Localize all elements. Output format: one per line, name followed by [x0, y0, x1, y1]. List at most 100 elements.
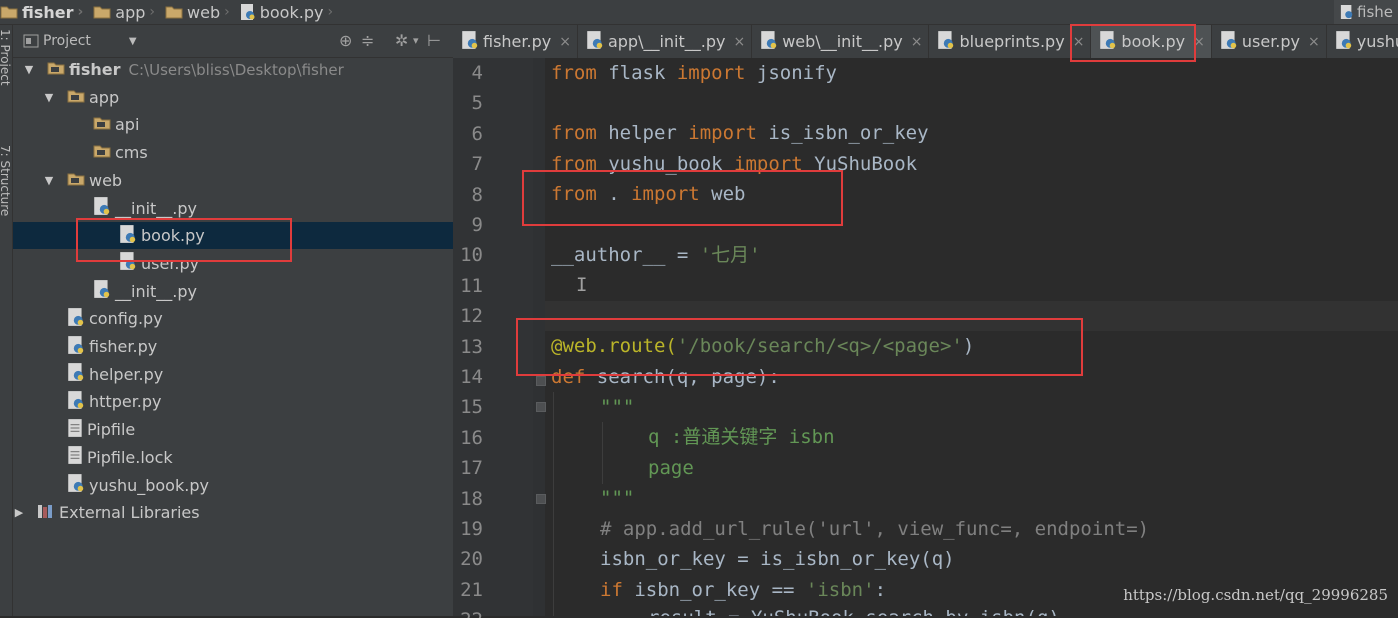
- editor-tab[interactable]: yushu_b: [1327, 25, 1398, 58]
- close-icon[interactable]: ×: [1308, 34, 1320, 50]
- breadcrumb-app[interactable]: app ›: [93, 0, 165, 24]
- editor-tab-label: fisher.py: [483, 32, 552, 51]
- tree-item-label: __init__.py: [115, 198, 198, 218]
- target-icon[interactable]: ⊕: [339, 31, 352, 50]
- indent-guide: [553, 392, 554, 616]
- editor-tab[interactable]: app\__init__.py ×: [578, 25, 753, 58]
- line-number: 18: [460, 487, 483, 510]
- run-config-tab[interactable]: fishe: [1334, 0, 1398, 24]
- gear-icon[interactable]: ✲: [395, 31, 408, 50]
- indent-guide: [602, 422, 603, 484]
- line-number: 16: [460, 426, 483, 449]
- tree-item-label: api: [115, 115, 140, 135]
- tree-item[interactable]: helper.py: [13, 361, 453, 388]
- python-file-icon: [1340, 5, 1353, 19]
- tree-item[interactable]: yushu_book.py: [13, 472, 453, 499]
- line-number: 10: [460, 244, 483, 267]
- line-number: 12: [460, 305, 483, 328]
- close-icon[interactable]: ×: [733, 34, 745, 50]
- python-file-icon: [1220, 30, 1238, 54]
- tree-item[interactable]: api: [13, 111, 453, 138]
- chevron-down-icon[interactable]: ▼: [129, 36, 137, 47]
- line-number: 8: [471, 183, 483, 206]
- tree-item[interactable]: Pipfile: [13, 416, 453, 443]
- project-view-icon: [23, 34, 39, 48]
- line-number: 20: [460, 548, 483, 571]
- editor-tab-bar: fisher.py × app\__init__.py × web\__init__.p…: [453, 25, 1398, 59]
- project-tool-button[interactable]: 1: Project: [0, 29, 12, 86]
- python-file-icon: [240, 4, 255, 20]
- code-line-21: if isbn_or_key == 'isbn':: [600, 579, 887, 601]
- navigation-breadcrumb: fisher › app › web › book.py ›: [0, 0, 1398, 25]
- code-line-6: from helper import is_isbn_or_key: [551, 122, 929, 144]
- fold-marker[interactable]: [536, 494, 546, 504]
- breadcrumb-book-py[interactable]: book.py ›: [240, 0, 343, 24]
- python-file-icon: [93, 196, 111, 220]
- highlight-box-book-tab: [1070, 24, 1196, 62]
- tree-item-label: web: [89, 170, 123, 190]
- code-line-10: __author__ = '七月': [551, 244, 761, 266]
- highlight-box-book-file: [76, 218, 292, 262]
- tree-item-label: yushu_book.py: [89, 475, 209, 495]
- chevron-right-icon[interactable]: ▶: [13, 506, 25, 519]
- fold-marker[interactable]: [536, 402, 546, 412]
- structure-tool-button[interactable]: 7: Structure: [0, 145, 12, 216]
- python-file-icon: [461, 30, 479, 54]
- editor-tab-label: blueprints.py: [959, 32, 1065, 51]
- python-file-icon: [93, 279, 111, 303]
- tree-item[interactable]: __init__.py: [13, 278, 453, 305]
- chevron-down-icon[interactable]: ▼: [23, 63, 35, 76]
- line-number: 7: [471, 153, 483, 176]
- breadcrumb-web[interactable]: web ›: [165, 0, 240, 24]
- editor-tab-label: user.py: [1241, 32, 1301, 51]
- tree-item-label: fisher.py: [89, 337, 158, 356]
- tree-item[interactable]: ▶ External Libraries: [13, 499, 453, 526]
- library-icon: [37, 503, 55, 523]
- chevron-down-icon[interactable]: ▼: [43, 91, 55, 104]
- tool-window-strip: 1: Project 7: Structure: [0, 25, 13, 616]
- tree-item[interactable]: httper.py: [13, 388, 453, 415]
- chevron-down-icon[interactable]: ▼: [43, 174, 55, 187]
- chevron-down-icon[interactable]: ▾: [413, 34, 419, 47]
- code-line-18: """: [600, 487, 635, 509]
- hide-panel-icon[interactable]: ⊢: [427, 31, 441, 50]
- folder-icon: [67, 88, 85, 107]
- line-number: 17: [460, 457, 483, 480]
- editor-tab[interactable]: web\__init__.py ×: [752, 25, 930, 58]
- python-file-icon: [67, 362, 85, 386]
- code-line-15: """: [600, 396, 635, 418]
- tree-item[interactable]: ▼ app: [13, 84, 453, 111]
- project-panel-header: Project ▼ ⊕ ≑ ✲ ▾ ⊢: [13, 25, 453, 58]
- tree-item[interactable]: cms: [13, 139, 453, 166]
- fold-marker[interactable]: [536, 376, 546, 386]
- tree-item-label: External Libraries: [59, 503, 200, 523]
- folder-icon: [47, 60, 65, 79]
- tree-item-label: fisher: [69, 60, 121, 79]
- tree-item[interactable]: config.py: [13, 305, 453, 332]
- line-number: 19: [460, 518, 483, 540]
- editor-tab[interactable]: fisher.py ×: [453, 25, 578, 58]
- close-icon[interactable]: ×: [559, 34, 571, 50]
- python-file-icon: [1335, 30, 1353, 54]
- tree-item[interactable]: ▼ fisher C:\Users\bliss\Desktop\fisher: [13, 56, 453, 83]
- editor-tab[interactable]: blueprints.py ×: [929, 25, 1092, 58]
- project-panel-title[interactable]: Project: [43, 33, 91, 49]
- tree-item-label: __init__.py: [115, 281, 198, 301]
- highlight-box-import-web: [522, 170, 843, 226]
- folder-icon: [93, 143, 111, 162]
- python-file-icon: [67, 307, 85, 331]
- tree-item[interactable]: Pipfile.lock: [13, 444, 453, 471]
- breadcrumb-fisher[interactable]: fisher ›: [0, 0, 93, 24]
- collapse-icon[interactable]: ≑: [361, 31, 374, 50]
- tree-item[interactable]: fisher.py: [13, 333, 453, 360]
- editor-tab[interactable]: user.py ×: [1212, 25, 1327, 58]
- text-file-icon: [67, 418, 83, 442]
- editor-tab-label: app\__init__.py: [607, 32, 726, 51]
- python-file-icon: [586, 30, 604, 54]
- editor-tab-label: yushu_b: [1356, 32, 1398, 51]
- line-number: 15: [460, 396, 483, 419]
- breadcrumb-label: app: [115, 2, 146, 22]
- close-icon[interactable]: ×: [911, 34, 923, 50]
- tree-item[interactable]: ▼ web: [13, 167, 453, 194]
- highlight-box-route-decorator: [516, 318, 1083, 376]
